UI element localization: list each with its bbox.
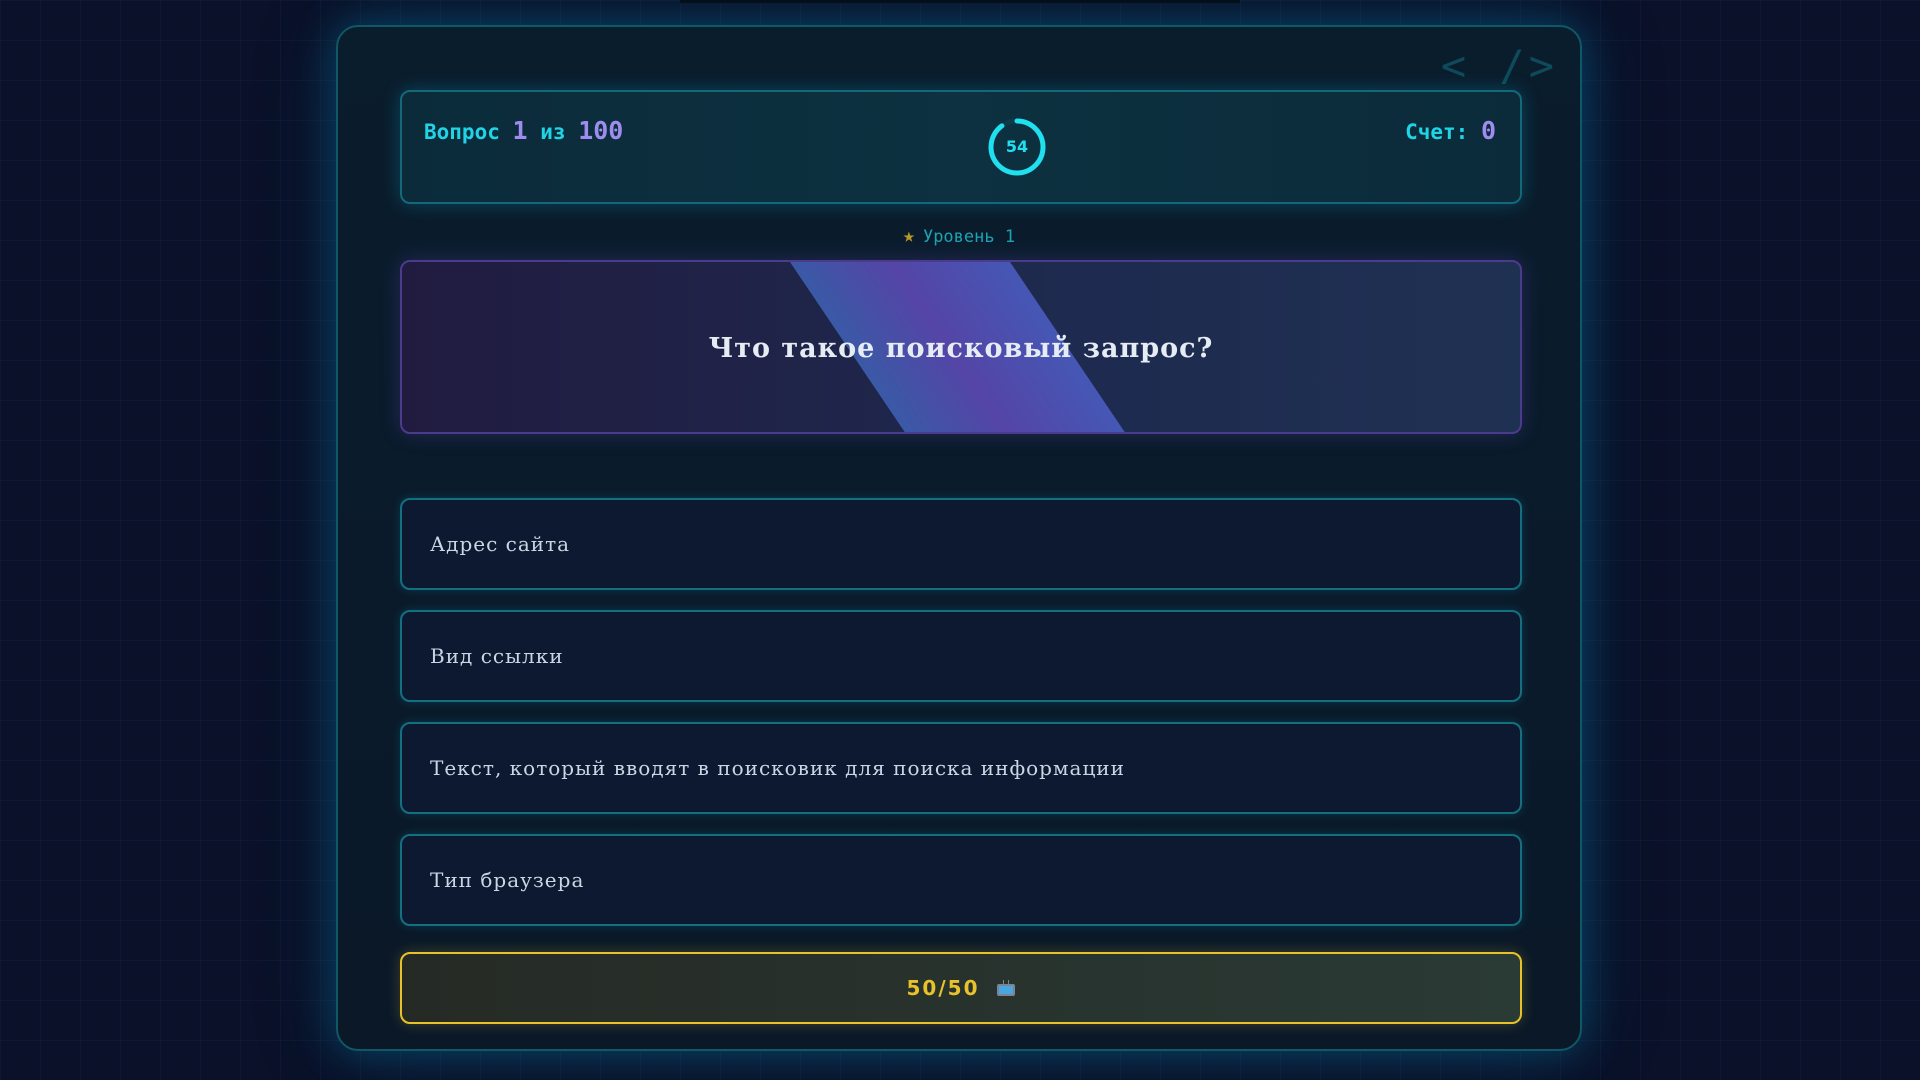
answer-label: Адрес сайта xyxy=(430,532,571,556)
level-label: Уровень 1 xyxy=(922,227,1016,247)
answer-option-1[interactable]: Адрес сайта xyxy=(400,498,1522,590)
quiz-panel: < /> Вопрос 1 из 100 54 Счет: 0 ★ Уровень… xyxy=(336,25,1582,1051)
answer-option-3[interactable]: Текст, который вводят в поисковик для по… xyxy=(400,722,1522,814)
answer-option-2[interactable]: Вид ссылки xyxy=(400,610,1522,702)
score-label: Счет: xyxy=(1405,120,1469,144)
star-icon: ★ xyxy=(902,223,915,247)
score-value: 0 xyxy=(1480,116,1496,145)
level-indicator: ★ Уровень 1 xyxy=(338,223,1580,247)
question-label: Вопрос xyxy=(424,120,500,144)
question-counter: Вопрос 1 из 100 xyxy=(424,116,623,145)
fifty-fifty-label: 50/50 xyxy=(906,976,980,1000)
answer-option-4[interactable]: Тип браузера xyxy=(400,834,1522,926)
question-current: 1 xyxy=(512,116,528,145)
answer-label: Вид ссылки xyxy=(430,644,564,668)
timer-value: 54 xyxy=(1005,137,1029,156)
tv-icon xyxy=(997,980,1016,996)
countdown-timer: 54 xyxy=(987,117,1047,177)
question-text: Что такое поисковый запрос? xyxy=(708,333,1214,364)
question-separator: из xyxy=(540,120,566,144)
fifty-fifty-button[interactable]: 50/50 xyxy=(400,952,1522,1024)
question-card: Что такое поисковый запрос? xyxy=(400,260,1522,434)
quiz-header: Вопрос 1 из 100 54 Счет: 0 xyxy=(400,90,1522,204)
question-total: 100 xyxy=(578,116,624,145)
answer-label: Текст, который вводят в поисковик для по… xyxy=(430,756,1125,780)
answer-label: Тип браузера xyxy=(430,868,585,892)
top-strip xyxy=(680,0,1240,3)
code-icon: < /> xyxy=(1440,41,1558,90)
score-display: Счет: 0 xyxy=(1405,116,1496,145)
